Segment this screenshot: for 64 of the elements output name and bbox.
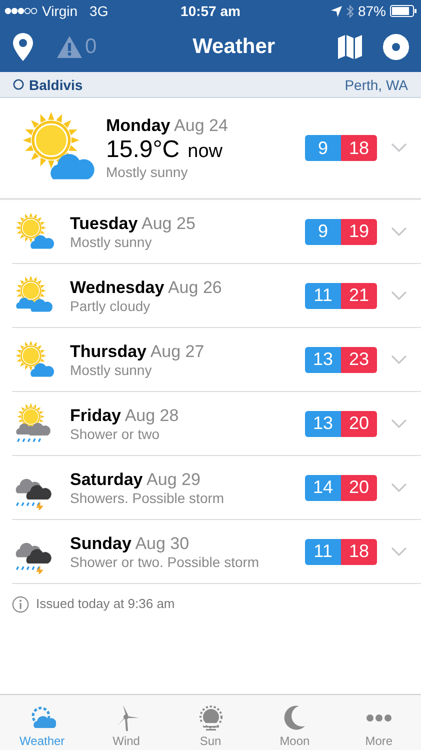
forecast-summary: Shower or two. Possible storm [70,554,260,570]
forecast-row[interactable]: Thursday Aug 27 Mostly sunny 13 23 [12,328,421,392]
chevron-icon [391,290,407,300]
map-icon[interactable] [337,34,363,60]
chevron-icon [391,354,407,364]
current-temperature: 15.9°C [106,136,180,164]
forecast-summary: Shower or two [70,426,160,442]
forecast-summary: Partly cloudy [70,298,152,314]
location-name[interactable]: Baldivis [13,76,83,92]
chevron-icon [391,226,407,236]
app-title: Weather [192,35,276,59]
max-temperature: 21 [341,282,377,308]
sunrise-icon [196,704,224,732]
min-temperature: 11 [305,282,341,308]
day-label: Wednesday Aug 26 [70,278,223,298]
day-label: Friday Aug 28 [70,406,180,426]
carrier-label: Virgin [42,3,78,19]
forecast-row[interactable]: Tuesday Aug 25 Mostly sunny 9 19 [12,200,421,264]
max-temperature: 20 [341,410,377,436]
radio-circle-icon [13,79,24,90]
today-forecast-row[interactable]: Monday Aug 24 15.9°C now Mostly sunny 9 18 [0,98,421,200]
day-label: Tuesday Aug 25 [70,214,196,234]
day-label: Monday Aug 24 [106,116,229,136]
battery-percentage: 87% [358,3,386,19]
min-temperature: 13 [305,346,341,372]
alert-count: 0 [85,35,97,59]
forecast-summary: Mostly sunny [70,362,153,378]
forecast-summary: Showers. Possible storm [70,490,226,506]
max-temperature: 18 [341,538,377,564]
info-icon [12,596,29,613]
day-label: Thursday Aug 27 [70,342,206,362]
day-label: Saturday Aug 29 [70,470,202,490]
battery-icon [390,5,418,17]
max-temperature: 23 [341,346,377,372]
chevron-icon [391,418,407,428]
max-temperature: 19 [341,218,377,244]
network-label: 3G [90,3,108,19]
now-label: now [188,141,222,163]
forecast-row[interactable]: Sunday Aug 30 Shower or two. Possible storm 11 18 [12,520,421,584]
min-temperature: 14 [305,474,341,500]
forecast-row[interactable]: Wednesday Aug 26 Partly cloudy 11 21 [12,264,421,328]
max-temperature: 18 [341,135,377,161]
forecast-summary: Mostly sunny [106,164,189,180]
signal-icon [4,7,38,15]
location-arrow-icon [330,6,342,16]
more-icon [366,714,392,722]
chevron-icon [391,143,407,153]
location-pin-icon[interactable] [12,33,34,61]
forecast-row[interactable]: Friday Aug 28 Shower or two 13 20 [12,392,421,456]
min-temperature: 9 [305,218,341,244]
region-label: Perth, WA [344,76,408,92]
clock: 10:57 am [180,3,240,19]
min-temperature: 9 [305,135,341,161]
chevron-icon [391,546,407,556]
min-temperature: 11 [305,538,341,564]
forecast-row[interactable]: Saturday Aug 29 Showers. Possible storm 14 20 [12,456,421,520]
issued-time: Issued today at 9:36 am [36,596,175,611]
max-temperature: 20 [341,474,377,500]
forecast-summary: Mostly sunny [70,234,153,250]
bluetooth-icon [346,4,354,18]
settings-icon[interactable] [383,34,409,60]
chevron-icon [391,482,407,492]
min-temperature: 13 [305,410,341,436]
day-label: Sunday Aug 30 [70,534,190,554]
